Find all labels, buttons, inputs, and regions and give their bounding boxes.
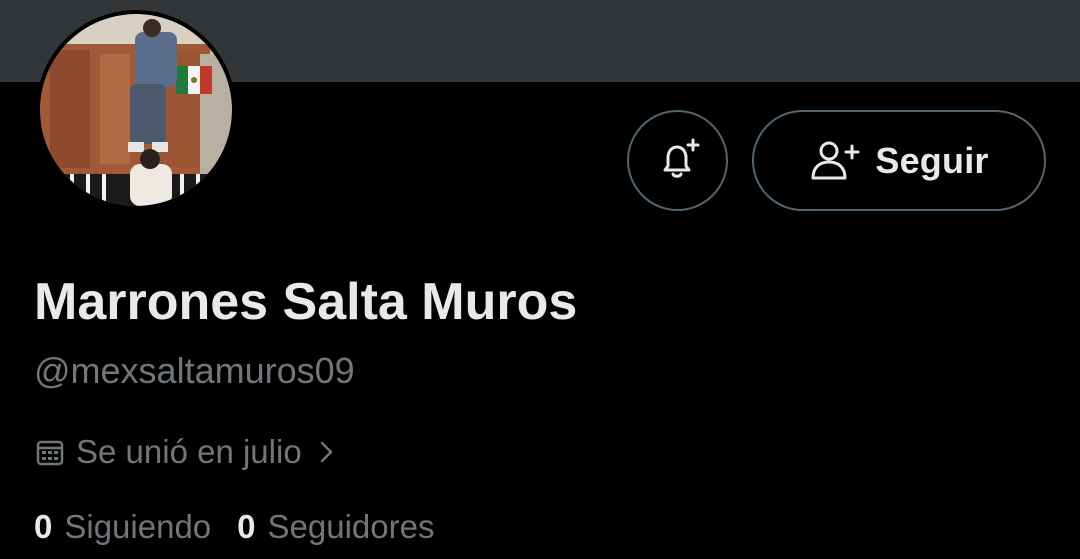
chevron-right-icon: [320, 441, 332, 463]
calendar-icon: [36, 440, 64, 466]
follow-button[interactable]: Seguir: [752, 110, 1046, 211]
follow-stats: 0 Siguiendo 0 Seguidores: [34, 508, 434, 546]
notify-button[interactable]: [627, 110, 728, 211]
display-name: Marrones Salta Muros: [34, 273, 578, 331]
following-count: 0: [34, 508, 53, 545]
person-add-icon: [811, 141, 860, 179]
joined-label: Se unió en julio: [76, 433, 302, 470]
joined-date[interactable]: Se unió en julio: [34, 428, 340, 476]
followers-label: Seguidores: [267, 508, 435, 545]
followers-link[interactable]: 0 Seguidores: [237, 508, 434, 546]
bell-plus-icon: [663, 138, 699, 178]
followers-count: 0: [237, 508, 256, 545]
avatar[interactable]: [36, 10, 236, 210]
user-handle: @mexsaltamuros09: [34, 350, 355, 391]
avatar-image: [40, 14, 232, 206]
following-label: Siguiendo: [64, 508, 212, 545]
follow-button-label: Seguir: [875, 139, 989, 181]
following-link[interactable]: 0 Siguiendo: [34, 508, 211, 546]
